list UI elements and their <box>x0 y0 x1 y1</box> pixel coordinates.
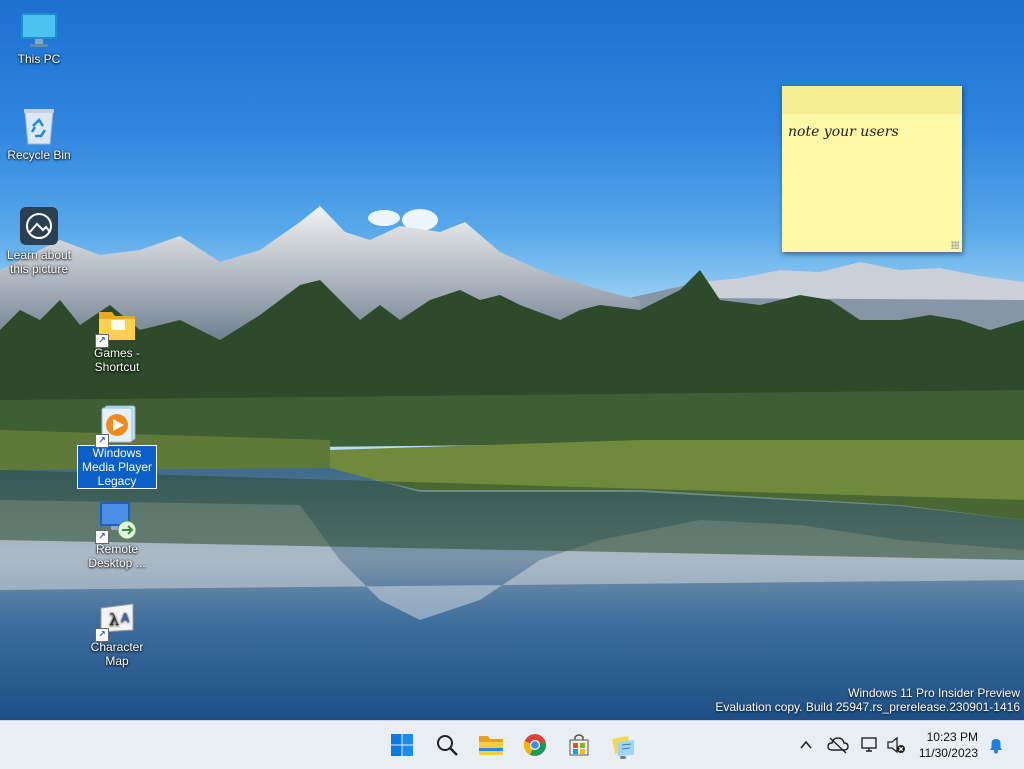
chrome-icon <box>523 734 546 756</box>
store-button[interactable] <box>563 729 595 761</box>
speaker-muted-icon <box>887 736 905 754</box>
svg-text:A: A <box>121 611 130 625</box>
windows-logo-icon <box>391 734 413 756</box>
start-button[interactable] <box>386 729 418 761</box>
bell-icon <box>990 739 1002 754</box>
cloud-offline-icon <box>827 737 849 754</box>
clock-date: 11/30/2023 <box>918 746 978 760</box>
clock-time: 10:23 PM <box>926 730 978 744</box>
build-watermark: Windows 11 Pro Insider Preview Evaluatio… <box>715 686 1020 714</box>
camera-lens-icon <box>19 206 59 246</box>
watermark-build: Evaluation copy. Build 25947.rs_prerelea… <box>715 700 1020 714</box>
svg-text:λ: λ <box>109 610 119 629</box>
sticky-notes-icon <box>612 736 634 756</box>
network-button[interactable] <box>858 733 882 757</box>
notifications-button[interactable] <box>984 733 1008 757</box>
desktop-icon-character-map[interactable]: λ A ↗ Character Map <box>78 598 156 668</box>
sticky-notes-button[interactable] <box>607 729 639 761</box>
volume-button[interactable] <box>884 733 908 757</box>
folder-icon: ↗ <box>95 304 137 348</box>
active-app-indicator <box>620 756 626 759</box>
watermark-edition: Windows 11 Pro Insider Preview <box>848 686 1020 700</box>
desktop-icon-label: Recycle Bin <box>7 148 71 162</box>
chrome-button[interactable] <box>519 729 551 761</box>
desktop-icon-recycle-bin[interactable]: Recycle Bin <box>0 106 78 162</box>
store-icon <box>569 734 589 756</box>
search-icon <box>437 735 458 756</box>
desktop-icon-label: This PC <box>17 52 61 66</box>
show-hidden-icons-button[interactable] <box>794 733 818 757</box>
monitor-icon <box>19 10 59 50</box>
desktop-icon-label: Remote Desktop ... <box>88 542 146 570</box>
search-button[interactable] <box>431 729 463 761</box>
onedrive-button[interactable] <box>826 733 850 757</box>
remote-desktop-icon: ↗ <box>95 500 137 544</box>
desktop-icon-label: Learn about this picture <box>6 248 72 276</box>
shortcut-arrow-icon: ↗ <box>95 434 109 448</box>
clock[interactable]: 10:23 PM 11/30/2023 <box>914 729 978 761</box>
desktop-icon-label: Windows Media Player Legacy <box>77 445 157 489</box>
network-disconnected-icon <box>861 737 877 752</box>
character-map-icon: λ A ↗ <box>95 598 137 642</box>
desktop-icon-learn-about[interactable]: Learn about this picture <box>0 206 78 276</box>
shortcut-arrow-icon: ↗ <box>95 530 109 544</box>
file-explorer-button[interactable] <box>475 729 507 761</box>
sticky-note-title-bar[interactable] <box>782 86 962 114</box>
media-player-icon: ↗ <box>95 404 137 448</box>
sticky-note-text[interactable]: note your users <box>782 114 962 150</box>
desktop-icon-label: Character Map <box>90 640 144 668</box>
shortcut-arrow-icon: ↗ <box>95 334 109 348</box>
desktop-icon-windows-media-player[interactable]: ↗ Windows Media Player Legacy <box>77 404 157 489</box>
desktop-icon-label: Games - Shortcut <box>93 346 140 374</box>
recycle-bin-icon <box>19 106 59 146</box>
taskbar: 10:23 PM 11/30/2023 <box>0 720 1024 769</box>
sticky-note[interactable]: note your users <box>782 86 962 252</box>
folder-icon <box>479 736 503 755</box>
chevron-up-icon <box>800 740 812 749</box>
resize-grip-icon[interactable] <box>951 241 959 249</box>
shortcut-arrow-icon: ↗ <box>95 628 109 642</box>
desktop-icon-this-pc[interactable]: This PC <box>0 10 78 66</box>
desktop-icon-games[interactable]: ↗ Games - Shortcut <box>78 304 156 374</box>
desktop-icon-remote-desktop[interactable]: ↗ Remote Desktop ... <box>78 500 156 570</box>
